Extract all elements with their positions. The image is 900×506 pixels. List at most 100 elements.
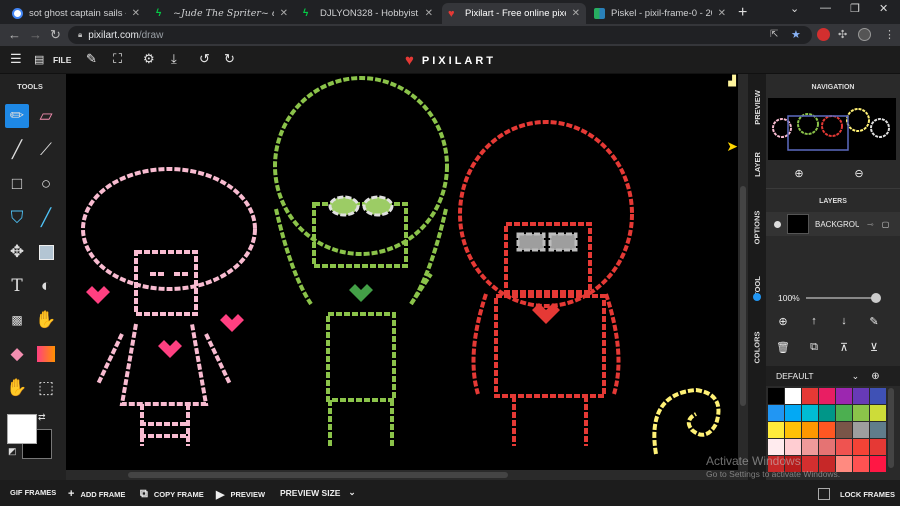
settings-icon[interactable]: ⚙ [143, 51, 155, 67]
preview-size-dropdown[interactable]: PREVIEW SIZE ⌄ [280, 487, 356, 498]
palette-swatch[interactable] [836, 388, 852, 404]
swap-colors-icon[interactable]: ⇄ [38, 412, 46, 423]
tab-options[interactable]: OPTIONS [748, 200, 766, 254]
palette-swatch[interactable] [870, 439, 886, 455]
duplicate-layer-icon[interactable]: ⧉ [807, 340, 821, 354]
palette-swatch[interactable] [785, 422, 801, 438]
brush-tool-icon[interactable]: ╱ [5, 138, 29, 162]
add-frame-button[interactable]: + ADD FRAME [68, 488, 125, 500]
browser-tab[interactable]: ϟ ~Jude The Spriter~ on ✕ [150, 3, 294, 24]
palette-swatch[interactable] [802, 422, 818, 438]
palette-swatch[interactable] [819, 439, 835, 455]
palette-swatch[interactable] [802, 388, 818, 404]
navigation-preview[interactable] [768, 98, 896, 160]
browser-tab-active[interactable]: ♥ Pixilart - Free online pixel art ✕ [442, 3, 586, 24]
close-tab-icon[interactable]: ✕ [572, 8, 580, 19]
close-window-icon[interactable]: ✕ [879, 2, 888, 15]
browser-menu-icon[interactable]: ⋮ [884, 28, 895, 41]
palette-swatch[interactable] [853, 405, 869, 421]
add-palette-icon[interactable]: ⊕ [871, 371, 879, 382]
palette-swatch[interactable] [853, 388, 869, 404]
zoom-out-icon[interactable]: ⊖ [852, 166, 866, 180]
bookmark-star-icon[interactable]: ★ [791, 28, 801, 41]
color-picker-tool-icon[interactable]: ╱ [34, 206, 58, 230]
extension-icon[interactable] [817, 28, 830, 41]
url-field[interactable]: 🔒︎ pixilart.com/draw [68, 26, 812, 44]
file-icon[interactable]: ▤ [34, 53, 44, 66]
move-layer-up-icon[interactable]: ↑ [807, 314, 821, 328]
palette-swatch[interactable] [819, 405, 835, 421]
drawing-canvas[interactable]: ➤ ▟ [66, 74, 738, 470]
eyedropper-icon[interactable]: ✎ [86, 51, 97, 67]
back-arrow-icon[interactable]: ← [8, 27, 21, 42]
layer-lock-icon[interactable]: ⊸ [867, 220, 874, 229]
palette-swatch[interactable] [785, 405, 801, 421]
minimize-icon[interactable]: — [820, 2, 831, 14]
zoom-in-icon[interactable]: ⊕ [792, 166, 806, 180]
palette-swatch[interactable] [836, 422, 852, 438]
palette-swatch[interactable] [853, 456, 869, 472]
horizontal-scroll-thumb[interactable] [128, 472, 508, 478]
edit-layer-icon[interactable]: ✎ [867, 314, 881, 328]
crop-tool-icon[interactable]: ⬚ [34, 376, 58, 400]
download-icon[interactable]: ⤓ [171, 51, 177, 67]
palette-swatch[interactable] [802, 439, 818, 455]
tab-tool[interactable]: TOOL [748, 264, 766, 308]
palette-dropdown[interactable]: DEFAULT ⌄ ⊕ [766, 366, 900, 386]
select-tool-icon[interactable] [34, 240, 58, 264]
eraser-tool-icon[interactable]: ▱ [34, 104, 58, 128]
pencil-tool-icon[interactable]: ✏ [5, 104, 29, 128]
primary-color-swatch[interactable] [7, 414, 37, 444]
delete-layer-icon[interactable]: 🗑︎ [776, 340, 790, 354]
close-tab-icon[interactable]: ✕ [425, 8, 433, 19]
dither-tool-icon[interactable]: ◐ [34, 274, 58, 298]
vertical-scroll-thumb[interactable] [740, 186, 746, 406]
canvas-horizontal-scrollbar[interactable] [66, 470, 748, 480]
layer-visible-dot-icon[interactable] [774, 220, 781, 228]
palette-swatch[interactable] [853, 439, 869, 455]
palette-swatch[interactable] [768, 388, 784, 404]
browser-tab[interactable]: Piskel - pixil-frame-0 - 2021- ✕ [588, 3, 732, 24]
canvas-vertical-scrollbar[interactable] [738, 74, 748, 470]
reload-icon[interactable]: ↻ [50, 27, 61, 43]
palette-swatch[interactable] [785, 388, 801, 404]
merge-down-icon[interactable]: ⊻ [867, 340, 881, 354]
gif-frames-button[interactable]: GIF FRAMES [10, 488, 56, 497]
rectangle-tool-icon[interactable]: □ [5, 172, 29, 196]
share-icon[interactable]: ⇱ [770, 29, 778, 40]
reset-colors-icon[interactable]: ◩ [8, 446, 17, 457]
tab-layer[interactable]: LAYER [748, 142, 766, 186]
tab-colors[interactable]: COLORS [748, 324, 766, 370]
palette-scrollbar[interactable] [888, 388, 894, 468]
palette-swatch[interactable] [870, 388, 886, 404]
palette-swatch[interactable] [870, 422, 886, 438]
palette-swatch[interactable] [819, 422, 835, 438]
close-tab-icon[interactable]: ✕ [132, 8, 140, 19]
move-tool-icon[interactable]: ✥ [5, 240, 29, 264]
forward-arrow-icon[interactable]: → [29, 27, 42, 42]
undo-icon[interactable]: ↺ [199, 51, 210, 67]
palette-swatch[interactable] [836, 439, 852, 455]
hand-pan-tool-icon[interactable]: ✋ [5, 376, 29, 400]
circle-tool-icon[interactable]: ○ [34, 172, 58, 196]
stamp-tool-icon[interactable]: ✋ [34, 308, 58, 332]
zoom-slider-handle[interactable] [871, 293, 881, 303]
file-menu-button[interactable]: FILE [53, 55, 71, 65]
close-tab-icon[interactable]: ✕ [718, 8, 726, 19]
fill-bucket-tool-icon[interactable]: ⛉ [5, 206, 29, 230]
palette-swatch[interactable] [802, 405, 818, 421]
palette-swatch[interactable] [785, 439, 801, 455]
preview-button[interactable]: ▶ PREVIEW [216, 488, 265, 501]
layer-settings-icon[interactable]: ▢ [882, 220, 890, 229]
palette-swatch[interactable] [819, 388, 835, 404]
zoom-slider[interactable] [806, 293, 881, 303]
profile-avatar[interactable] [858, 28, 871, 41]
layer-row[interactable]: BACKGROUND ⊸ ▢ [766, 212, 900, 236]
add-layer-icon[interactable]: ⊕ [776, 314, 790, 328]
palette-swatch[interactable] [870, 456, 886, 472]
palette-swatch[interactable] [870, 405, 886, 421]
lock-frames-toggle[interactable]: LOCK FRAMES [818, 488, 895, 500]
palette-swatch[interactable] [836, 405, 852, 421]
close-tab-icon[interactable]: ✕ [280, 8, 288, 19]
menu-icon[interactable]: ☰ [10, 51, 22, 67]
